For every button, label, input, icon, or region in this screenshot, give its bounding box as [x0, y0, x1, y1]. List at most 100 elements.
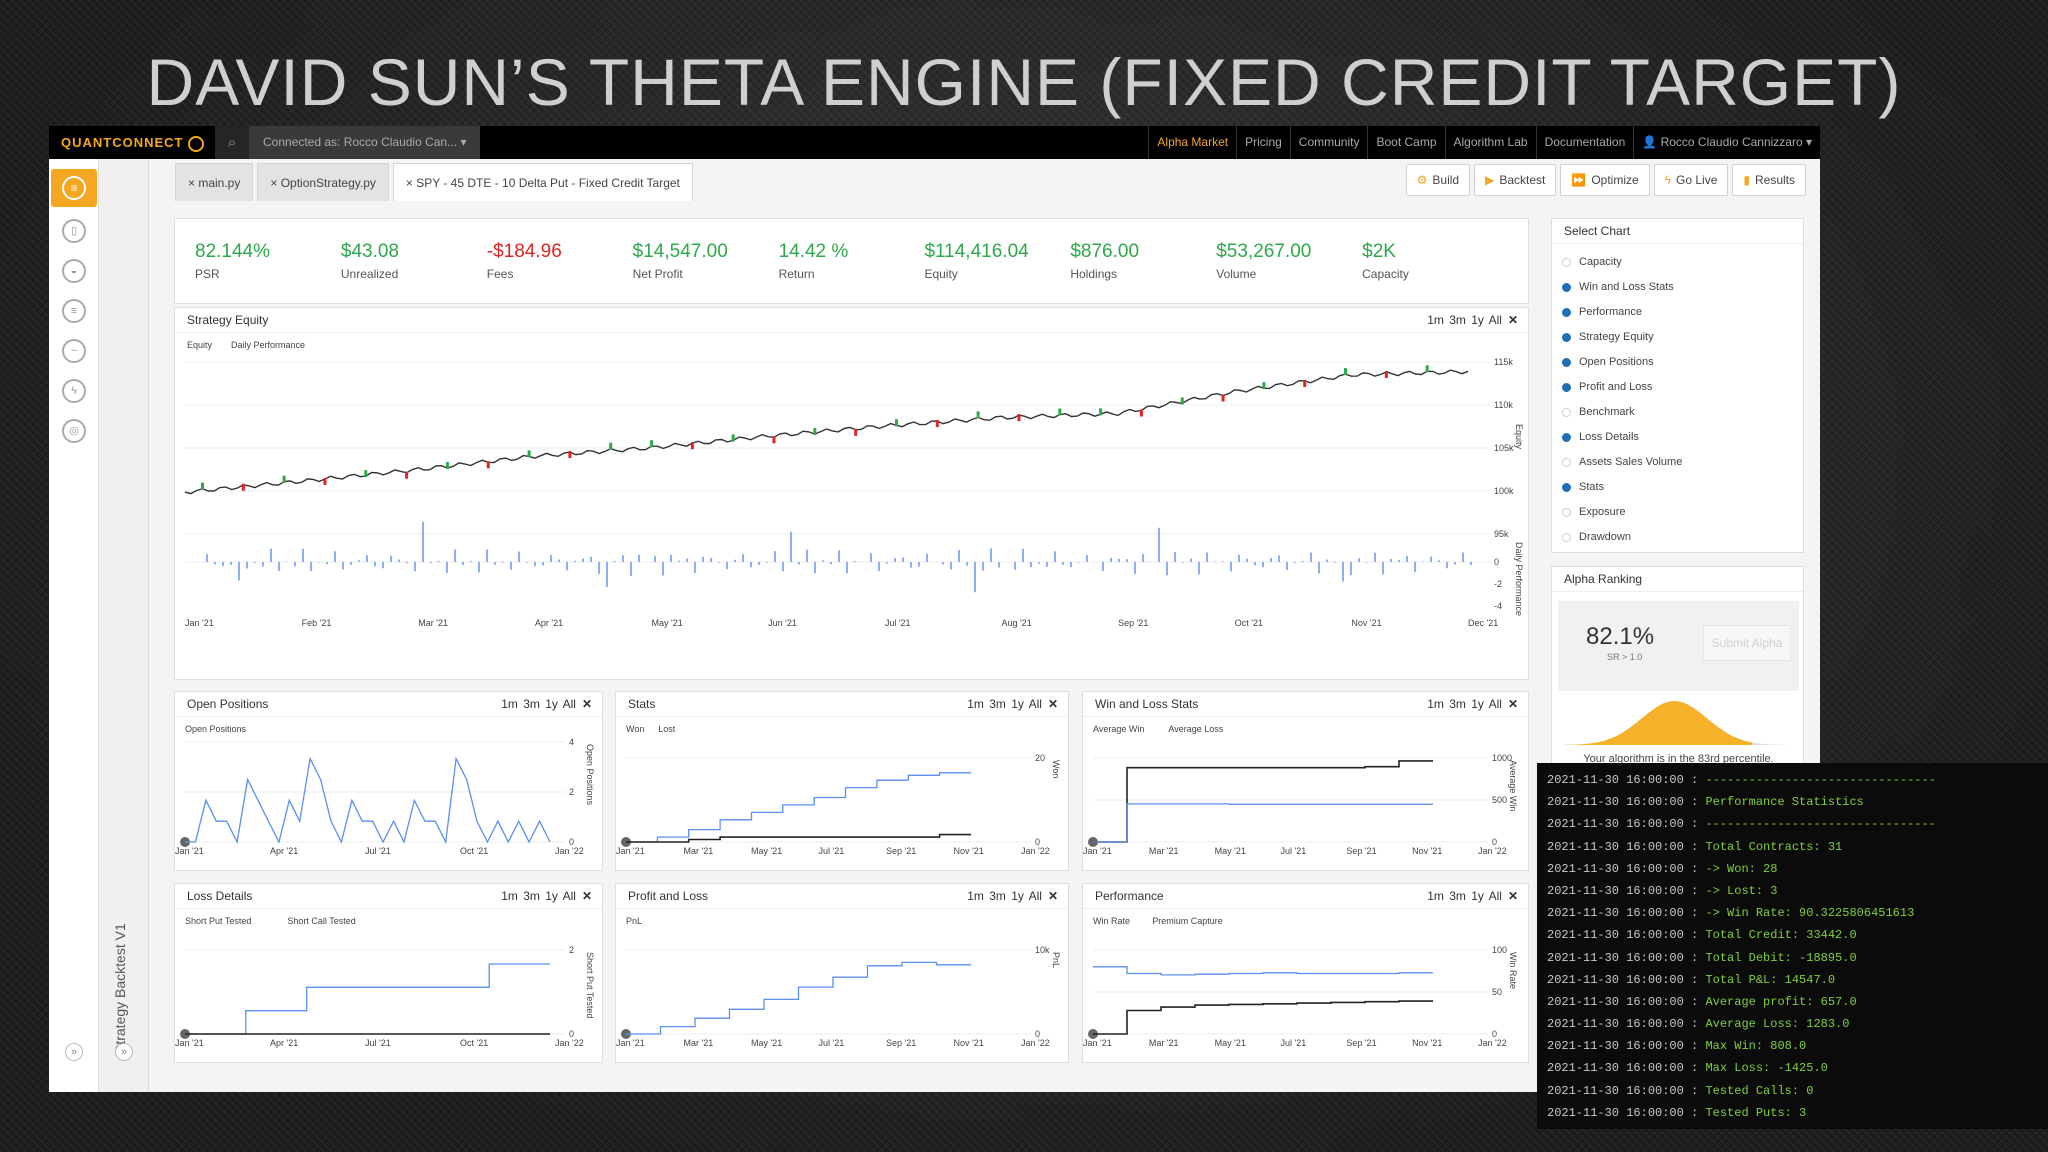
chart-option-profit-loss[interactable]: Profit and Loss: [1562, 375, 1652, 400]
x-tick-label: Jul '21: [819, 846, 845, 856]
range-1m[interactable]: 1m: [501, 697, 518, 711]
range-1y[interactable]: 1y: [1011, 697, 1024, 711]
optimize-button[interactable]: ⏩ Optimize: [1560, 164, 1650, 196]
range-3m[interactable]: 3m: [1449, 313, 1466, 327]
user-menu[interactable]: 👤 Rocco Claudio Cannizzaro ▾: [1633, 126, 1820, 159]
x-tick-label: Mar '21: [684, 846, 714, 856]
results-button[interactable]: ▮ Results: [1732, 164, 1806, 196]
range-3m[interactable]: 3m: [1449, 889, 1466, 903]
support-icon[interactable]: ◎: [62, 419, 86, 443]
range-3m[interactable]: 3m: [523, 697, 540, 711]
x-tick-label: Jan '22: [1021, 1038, 1050, 1048]
chart-option-stats[interactable]: Stats: [1562, 475, 1604, 500]
range-all[interactable]: All: [1029, 697, 1042, 711]
console-line: 2021-11-30 16:00:00 : Max Loss: -1425.0: [1547, 1057, 2038, 1079]
candle-mark: [1425, 365, 1429, 373]
sidebar-projects-active[interactable]: ≡: [51, 169, 97, 207]
range-1y[interactable]: 1y: [1471, 697, 1484, 711]
lightning-icon: ϟ: [1664, 173, 1672, 187]
main-nav: Alpha Market Pricing Community Boot Camp…: [1148, 126, 1820, 159]
range-3m[interactable]: 3m: [989, 697, 1006, 711]
console-line: 2021-11-30 16:00:00 : Tested Calls: 0: [1547, 1080, 2038, 1102]
range-1m[interactable]: 1m: [1427, 313, 1444, 327]
percentile-area: [1564, 701, 1753, 745]
chart-toggle-icon: [1562, 257, 1571, 267]
y-axis-label: Won: [1051, 760, 1061, 778]
lightning-icon[interactable]: ϟ: [62, 379, 86, 403]
chart-option-loss-details[interactable]: Loss Details: [1562, 425, 1639, 450]
chart-option-assets-sales-volume[interactable]: Assets Sales Volume: [1562, 450, 1682, 475]
nav-alpha-market[interactable]: Alpha Market: [1148, 126, 1236, 159]
range-all[interactable]: All: [563, 889, 576, 903]
range-all[interactable]: All: [1489, 313, 1502, 327]
search-icon[interactable]: ⌕: [215, 126, 249, 159]
tab-backtest-result[interactable]: × SPY - 45 DTE - 10 Delta Put - Fixed Cr…: [392, 163, 693, 201]
range-3m[interactable]: 3m: [523, 889, 540, 903]
range-1m[interactable]: 1m: [967, 889, 984, 903]
x-tick-label: Nov '21: [954, 846, 984, 856]
go-live-button[interactable]: ϟ Go Live: [1653, 164, 1729, 196]
chart-option-performance[interactable]: Performance: [1562, 300, 1642, 325]
connection-dropdown[interactable]: Connected as: Rocco Claudio Can... ▾: [249, 126, 481, 159]
chart-toggle-icon: [1562, 482, 1571, 492]
range-1m[interactable]: 1m: [967, 697, 984, 711]
submit-alpha-button[interactable]: Submit Alpha: [1703, 625, 1791, 661]
close-icon[interactable]: ✕: [1048, 697, 1058, 711]
y-tick-label: -2: [1494, 579, 1502, 589]
nav-algorithm-lab[interactable]: Algorithm Lab: [1444, 126, 1536, 159]
alpha-score-sub: SR > 1.0: [1607, 652, 1643, 662]
close-icon[interactable]: ✕: [1508, 697, 1518, 711]
tab-main-py[interactable]: × main.py: [175, 163, 254, 201]
close-icon[interactable]: ✕: [582, 889, 592, 903]
chart-option-capacity[interactable]: Capacity: [1562, 250, 1622, 275]
console-timestamp: 2021-11-30 16:00:00 :: [1547, 994, 1706, 1009]
backtest-button[interactable]: ▶ Backtest: [1474, 164, 1557, 196]
pnl-line: [626, 961, 971, 1035]
nav-community[interactable]: Community: [1289, 126, 1368, 159]
x-tick-label: Apr '21: [535, 618, 563, 628]
expand-panel-chevron-icon[interactable]: »: [115, 1043, 133, 1061]
legend-label: Premium Capture: [1152, 916, 1223, 926]
range-1y[interactable]: 1y: [1471, 889, 1484, 903]
range-1y[interactable]: 1y: [545, 889, 558, 903]
range-1y[interactable]: 1y: [1471, 313, 1484, 327]
close-icon[interactable]: ✕: [582, 697, 592, 711]
close-icon[interactable]: ✕: [1508, 889, 1518, 903]
chart-option-strategy-equity[interactable]: Strategy Equity: [1562, 325, 1654, 350]
range-1m[interactable]: 1m: [1427, 697, 1444, 711]
database-icon[interactable]: ≡: [62, 299, 86, 323]
close-icon[interactable]: ✕: [1508, 313, 1518, 327]
range-all[interactable]: All: [563, 697, 576, 711]
tab-optionstrategy-py[interactable]: × OptionStrategy.py: [257, 163, 389, 201]
chart-option-drawdown[interactable]: Drawdown: [1562, 525, 1631, 550]
range-1y[interactable]: 1y: [545, 697, 558, 711]
expand-chevron-icon[interactable]: »: [65, 1043, 83, 1061]
range-3m[interactable]: 3m: [989, 889, 1006, 903]
range-1m[interactable]: 1m: [501, 889, 518, 903]
nav-boot-camp[interactable]: Boot Camp: [1367, 126, 1444, 159]
close-icon[interactable]: ✕: [1048, 889, 1058, 903]
graduation-cap-icon[interactable]: ◒: [62, 259, 86, 283]
build-button[interactable]: ⚙ Build: [1405, 164, 1471, 196]
chart-option-win-loss[interactable]: Win and Loss Stats: [1562, 275, 1674, 300]
nav-documentation[interactable]: Documentation: [1535, 126, 1634, 159]
play-icon: ▶: [1485, 173, 1495, 187]
range-3m[interactable]: 3m: [1449, 697, 1466, 711]
range-all[interactable]: All: [1029, 889, 1042, 903]
console-line: 2021-11-30 16:00:00 : Average profit: 65…: [1547, 991, 2038, 1013]
alpha-ranking-title: Alpha Ranking: [1552, 567, 1803, 592]
x-tick-label: Jul '21: [1281, 1038, 1307, 1048]
chart-icon[interactable]: ~: [62, 339, 86, 363]
chart-option-exposure[interactable]: Exposure: [1562, 500, 1625, 525]
quantconnect-logo[interactable]: QUANTCONNECT: [61, 135, 204, 152]
file-icon[interactable]: ▯: [62, 219, 86, 243]
range-1y[interactable]: 1y: [1011, 889, 1024, 903]
x-tick-label: Sep '21: [886, 846, 916, 856]
nav-pricing[interactable]: Pricing: [1236, 126, 1290, 159]
range-all[interactable]: All: [1489, 889, 1502, 903]
range-1m[interactable]: 1m: [1427, 889, 1444, 903]
range-all[interactable]: All: [1489, 697, 1502, 711]
range-buttons: 1m 3m 1y All ✕: [1427, 692, 1518, 717]
chart-option-benchmark[interactable]: Benchmark: [1562, 400, 1635, 425]
chart-option-open-positions[interactable]: Open Positions: [1562, 350, 1654, 375]
